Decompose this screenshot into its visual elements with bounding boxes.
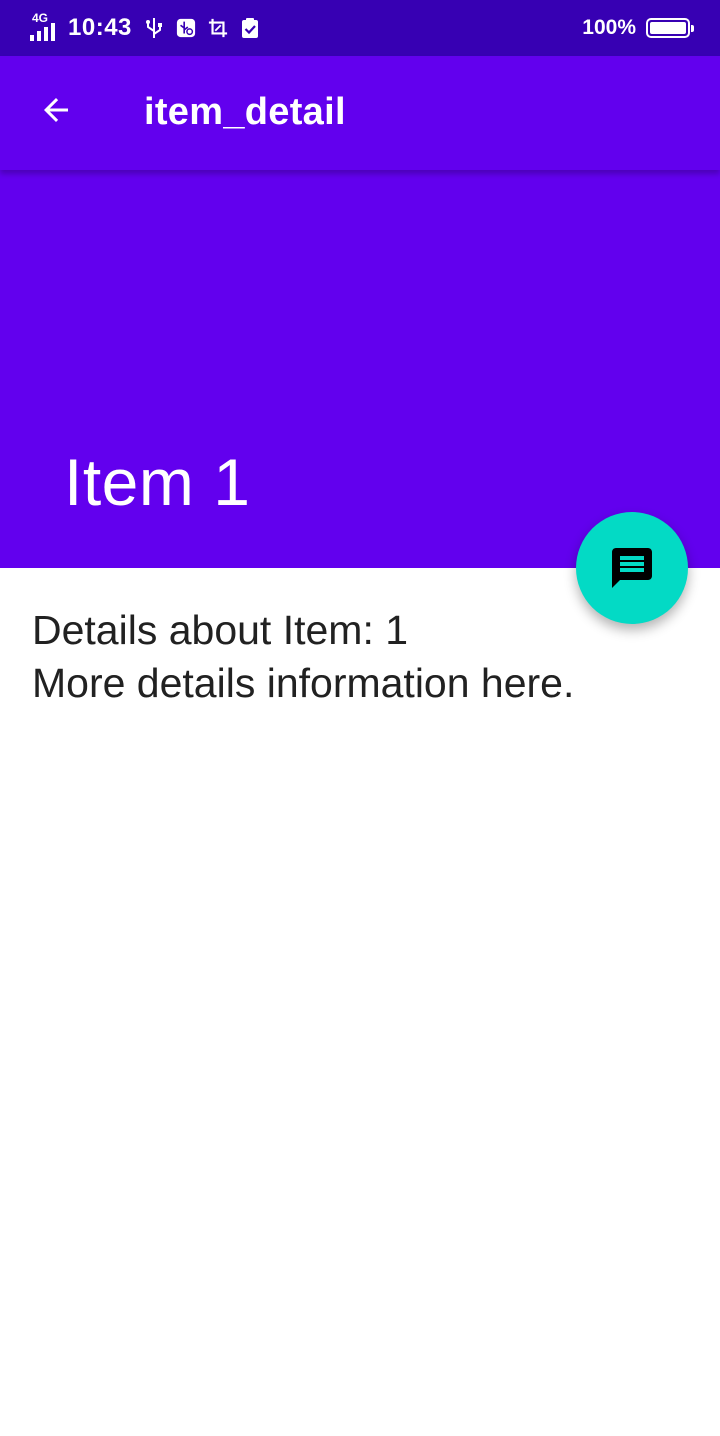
- app-bar: item_detail: [0, 56, 720, 170]
- message-fab[interactable]: [576, 512, 688, 624]
- battery-icon: [646, 18, 694, 38]
- app-bar-title: item_detail: [144, 91, 346, 133]
- status-bar: 4G 10:43 100%: [0, 0, 720, 56]
- header-title: Item 1: [64, 445, 251, 519]
- status-right: 100%: [582, 12, 694, 44]
- back-button[interactable]: [20, 74, 92, 146]
- status-time: 10:43: [68, 14, 132, 41]
- clipboard-check-icon: [241, 18, 258, 38]
- usb-icon: [145, 18, 162, 38]
- battery-percent: 100%: [582, 16, 636, 39]
- signal-icon: 4G: [30, 12, 62, 43]
- arrow-back-icon: [44, 98, 68, 122]
- screenshot-icon: [208, 18, 227, 38]
- screen: 4G 10:43 100% item_detail Item 1 Details…: [0, 0, 720, 1436]
- message-icon: [612, 548, 652, 588]
- usb-debug-icon: [176, 18, 195, 38]
- detail-line-2: More details information here.: [32, 660, 575, 706]
- detail-line-1: Details about Item: 1: [32, 607, 409, 653]
- detail-content: Details about Item: 1 More details infor…: [32, 604, 692, 710]
- collapsing-header: Item 1: [0, 170, 720, 568]
- status-left: 4G 10:43: [30, 12, 260, 44]
